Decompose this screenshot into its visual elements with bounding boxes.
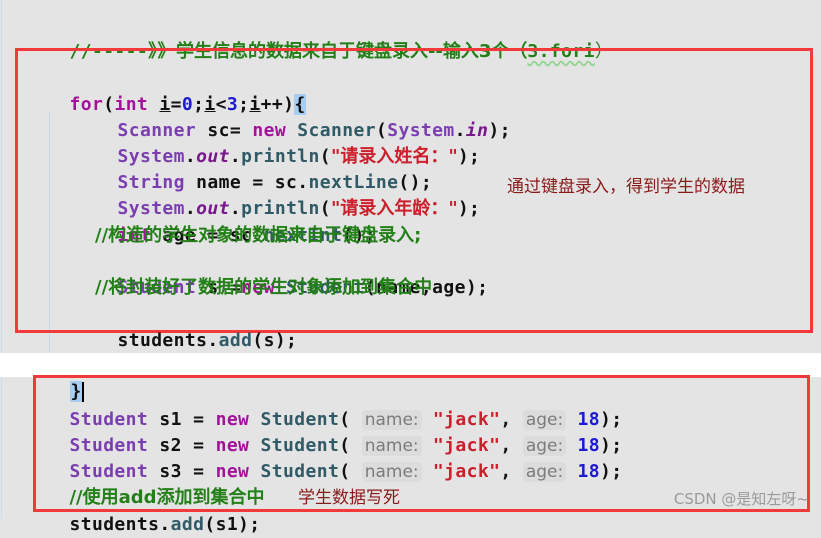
object-ref: students.: [117, 330, 219, 351]
arguments: (s1);: [204, 514, 261, 535]
number-literal: 18: [577, 461, 600, 482]
editor-gutter-line: [1, 0, 2, 519]
statement-end: );: [488, 120, 511, 141]
csdn-watermark: CSDN @是知左呀~: [673, 490, 809, 508]
arguments: (s);: [252, 330, 298, 351]
statement-end: );: [457, 146, 481, 167]
current-line-band: [0, 353, 821, 377]
param-hint-age: age:: [522, 462, 567, 482]
string-literal: "jack": [432, 461, 501, 482]
method-name: add: [170, 514, 205, 535]
param-hint-name: name:: [361, 462, 422, 482]
code-line-add-s1[interactable]: students.add(s1);: [47, 486, 261, 538]
statement-end: );: [457, 198, 481, 219]
comma: ,: [500, 461, 523, 482]
loop-annotation: 通过键盘录入，得到学生的数据: [507, 177, 745, 197]
method-name: add: [218, 330, 253, 351]
object-ref: students.: [69, 514, 171, 535]
paren: (: [339, 461, 351, 482]
hardcoded-annotation: 学生数据写死: [298, 488, 400, 508]
statement-end: );: [599, 461, 623, 482]
code-comment-add[interactable]: //将封装好了数据的学生对象添加到集合中: [95, 275, 432, 301]
code-line-add[interactable]: students.add(s);: [95, 302, 297, 354]
code-comment-construct[interactable]: //构造的学生对象的数据来自于键盘录入;: [95, 223, 421, 249]
